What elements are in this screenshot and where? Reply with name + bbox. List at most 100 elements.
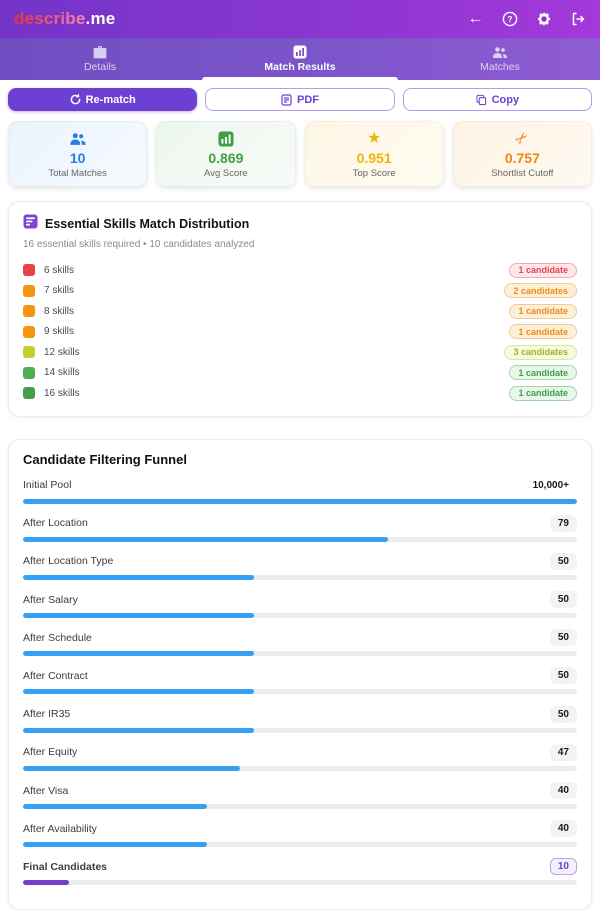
funnel-stage-label: Initial Pool — [23, 479, 71, 491]
skill-count-label: 16 skills — [44, 388, 509, 399]
funnel-stage-row: After Location Type 50 — [23, 553, 577, 580]
refresh-icon — [70, 94, 81, 105]
svg-text:?: ? — [507, 14, 512, 24]
app-logo: describe.me — [14, 9, 115, 29]
funnel-stage-label: After Availability — [23, 823, 97, 835]
stat-label: Top Score — [353, 168, 396, 179]
funnel-stage-row: Initial Pool 10,000+ — [23, 477, 577, 504]
candidate-funnel-panel: Candidate Filtering Funnel Initial Pool … — [8, 439, 592, 910]
app-header: describe.me ← ? — [0, 0, 600, 38]
funnel-bar-track — [23, 537, 577, 542]
logo-primary-text: describe — [14, 9, 86, 28]
rematch-button[interactable]: Re-match — [8, 88, 197, 111]
funnel-bar-track — [23, 728, 577, 733]
briefcase-icon — [93, 46, 107, 59]
skill-distribution-row: 9 skills 1 candidate — [23, 322, 577, 343]
funnel-bar-track — [23, 575, 577, 580]
skill-color-swatch — [23, 367, 35, 379]
skill-distribution-row: 7 skills 2 candidates — [23, 281, 577, 302]
funnel-bar-fill — [23, 880, 69, 885]
skills-panel-title: Essential Skills Match Distribution — [45, 217, 249, 231]
funnel-bar-track — [23, 804, 577, 809]
help-icon[interactable]: ? — [501, 11, 518, 28]
pdf-button-label: PDF — [297, 94, 319, 106]
skill-distribution-row: 8 skills 1 candidate — [23, 301, 577, 322]
settings-gear-icon[interactable] — [535, 11, 552, 28]
funnel-bar-fill — [23, 537, 388, 542]
funnel-stage-value: 50 — [550, 553, 577, 570]
funnel-stage-value: 50 — [550, 591, 577, 608]
candidate-count-badge: 1 candidate — [509, 386, 577, 401]
tab-matches[interactable]: Matches — [400, 38, 600, 80]
tab-match-results-label: Match Results — [264, 61, 335, 73]
funnel-stage-label: After Contract — [23, 670, 88, 682]
skill-color-swatch — [23, 285, 35, 297]
funnel-bar-fill — [23, 766, 240, 771]
candidate-count-badge: 2 candidates — [504, 283, 577, 298]
stat-label: Avg Score — [204, 168, 248, 179]
stat-value: 0.869 — [208, 150, 243, 166]
funnel-stage-value: 47 — [550, 744, 577, 761]
logout-icon[interactable] — [569, 11, 586, 28]
action-button-row: Re-match PDF Copy — [0, 80, 600, 111]
funnel-stage-label: After Equity — [23, 746, 77, 758]
funnel-stage-label: After Visa — [23, 785, 68, 797]
funnel-panel-title: Candidate Filtering Funnel — [23, 452, 577, 467]
funnel-stage-row: After IR35 50 — [23, 706, 577, 733]
funnel-bar-fill — [23, 728, 254, 733]
funnel-stage-row: After Schedule 50 — [23, 629, 577, 656]
stat-card-total-matches: 10 Total Matches — [8, 121, 147, 187]
back-arrow-icon[interactable]: ← — [467, 11, 484, 28]
skill-count-label: 9 skills — [44, 326, 509, 337]
stat-card-avg-score: 0.869 Avg Score — [156, 121, 295, 187]
pdf-document-icon — [281, 94, 292, 106]
scissors-icon: ✂ — [516, 130, 529, 148]
funnel-bar-fill — [23, 651, 254, 656]
skill-color-swatch — [23, 264, 35, 276]
tab-matches-label: Matches — [480, 61, 520, 73]
funnel-bar-fill — [23, 842, 207, 847]
skill-count-label: 12 skills — [44, 347, 504, 358]
funnel-bar-fill — [23, 613, 254, 618]
people-icon — [492, 46, 508, 59]
tab-match-results[interactable]: Match Results — [200, 38, 400, 80]
funnel-stage-row: After Equity 47 — [23, 744, 577, 771]
tab-details-label: Details — [84, 61, 116, 73]
tab-bar: Details Match Results Matches — [0, 38, 600, 80]
candidate-count-badge: 1 candidate — [509, 263, 577, 278]
funnel-stage-value: 79 — [550, 515, 577, 532]
funnel-stage-list: Initial Pool 10,000+ After Location 79 — [23, 477, 577, 886]
funnel-bar-track — [23, 499, 577, 504]
bar-chart-icon — [293, 45, 307, 59]
skill-distribution-row: 6 skills 1 candidate — [23, 260, 577, 281]
funnel-stage-value: 50 — [550, 629, 577, 646]
funnel-bar-track — [23, 651, 577, 656]
logo-suffix-text: .me — [86, 9, 116, 28]
stat-label: Total Matches — [48, 168, 107, 179]
stat-card-top-score: ★ 0.951 Top Score — [305, 121, 444, 187]
funnel-bar-track — [23, 613, 577, 618]
tab-details[interactable]: Details — [0, 38, 200, 80]
skills-panel-subtitle: 16 essential skills required • 10 candid… — [23, 239, 577, 250]
people-icon — [69, 130, 87, 148]
funnel-stage-label: Final Candidates — [23, 861, 107, 873]
funnel-bar-fill — [23, 804, 207, 809]
skill-color-swatch — [23, 387, 35, 399]
distribution-chart-icon — [23, 214, 38, 234]
funnel-stage-value: 10,000+ — [525, 477, 577, 494]
funnel-stage-row: After Location 79 — [23, 515, 577, 542]
skill-color-swatch — [23, 305, 35, 317]
funnel-stage-row: After Contract 50 — [23, 667, 577, 694]
stat-value: 0.757 — [505, 150, 540, 166]
funnel-bar-fill — [23, 575, 254, 580]
pdf-button[interactable]: PDF — [205, 88, 394, 111]
funnel-stage-label: After Schedule — [23, 632, 92, 644]
candidate-count-badge: 1 candidate — [509, 304, 577, 319]
funnel-stage-value: 10 — [550, 858, 577, 875]
funnel-stage-label: After Location — [23, 517, 88, 529]
funnel-stage-label: After Salary — [23, 594, 78, 606]
skill-distribution-list: 6 skills 1 candidate 7 skills 2 candidat… — [23, 260, 577, 404]
star-icon: ★ — [367, 130, 381, 148]
stat-value: 10 — [70, 150, 86, 166]
copy-button[interactable]: Copy — [403, 88, 592, 111]
